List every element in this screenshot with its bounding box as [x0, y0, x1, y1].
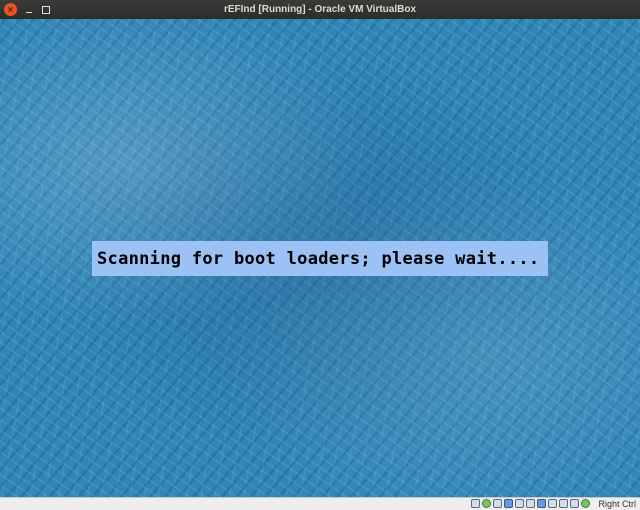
status-icons	[471, 499, 590, 508]
title-bar[interactable]: × rEFInd [Running] - Oracle VM VirtualBo…	[0, 0, 640, 20]
boot-scan-message-box: Scanning for boot loaders; please wait..…	[92, 241, 548, 276]
vm-display[interactable]: Scanning for boot loaders; please wait..…	[0, 19, 640, 497]
virtualbox-window: × rEFInd [Running] - Oracle VM VirtualBo…	[0, 0, 640, 510]
display-icon[interactable]	[537, 499, 546, 508]
video-capture-icon[interactable]	[548, 499, 557, 508]
network-icon[interactable]	[504, 499, 513, 508]
usb-icon[interactable]	[515, 499, 524, 508]
window-title: rEFInd [Running] - Oracle VM VirtualBox	[223, 4, 417, 15]
boot-scan-message: Scanning for boot loaders; please wait..…	[97, 248, 540, 269]
mouse-integration-icon[interactable]	[570, 499, 579, 508]
virtualization-icon[interactable]	[559, 499, 568, 508]
audio-icon[interactable]	[493, 499, 502, 508]
shared-folders-icon[interactable]	[526, 499, 535, 508]
hard-disk-icon[interactable]	[471, 499, 480, 508]
status-bar: Right Ctrl	[0, 497, 640, 510]
keyboard-icon[interactable]	[581, 499, 590, 508]
host-key-label: Right Ctrl	[598, 499, 636, 509]
optical-drive-icon[interactable]	[482, 499, 491, 508]
